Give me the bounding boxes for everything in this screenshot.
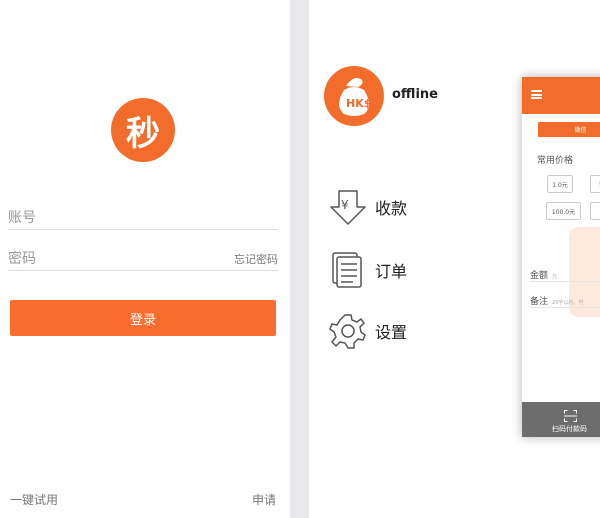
account-input[interactable]: 账号 [8, 207, 278, 230]
login-button[interactable]: 登录 [10, 300, 276, 336]
app-logo-text: 秒 [126, 113, 160, 154]
wechat-pay-button[interactable]: 微信 [538, 122, 600, 137]
menu-item-receive-payment[interactable]: ¥ 收款 [329, 187, 459, 227]
app-name: offline [392, 87, 438, 102]
svg-text:HK$: HK$ [346, 97, 371, 110]
password-placeholder: 密码 [8, 251, 36, 267]
scan-label: 扫码付款码 [552, 425, 587, 433]
menu-item-orders[interactable]: 订单 [329, 250, 459, 290]
account-placeholder: 账号 [8, 210, 36, 226]
scan-pay-bar[interactable]: 扫码付款码 [522, 402, 600, 437]
hamburger-menu-icon[interactable] [531, 90, 542, 99]
price-option[interactable] [590, 202, 600, 220]
price-option[interactable]: 1.0元 [547, 175, 573, 193]
payment-screen-preview: 微信 常用价格 1.0元 5. 100.0元 金额元 备注20字以内，可 扫码付… [522, 77, 600, 437]
menu-item-settings[interactable]: 设置 [329, 311, 459, 351]
amount-unit: 元 [552, 274, 558, 280]
price-option[interactable]: 100.0元 [546, 202, 581, 220]
money-bag-avatar-icon: HK$ [324, 66, 384, 126]
cash-receive-icon: ¥ [329, 187, 367, 227]
preview-header [522, 77, 600, 114]
note-input[interactable]: 备注 20字以内，可 [530, 289, 600, 308]
scan-icon [564, 407, 577, 422]
svg-text:¥: ¥ [341, 198, 349, 212]
orders-icon [329, 250, 367, 290]
side-menu-screen: HK$ offline ¥ 收款 订单 设置 微信 常用价格 1.0元 100.… [309, 0, 600, 518]
gear-icon [329, 311, 367, 351]
one-click-trial-link[interactable]: 一键试用 [10, 491, 58, 508]
apply-link[interactable]: 申请 [252, 491, 276, 508]
amount-input[interactable]: 金额元 [530, 263, 600, 282]
common-prices-title: 常用价格 [537, 156, 574, 166]
menu-item-label: 订单 [375, 262, 408, 281]
forgot-password-link[interactable]: 忘记密码 [234, 251, 278, 267]
menu-item-label: 设置 [375, 323, 408, 342]
amount-label: 金额 [530, 271, 549, 281]
menu-item-label: 收款 [375, 199, 408, 218]
app-logo: 秒 [111, 98, 175, 162]
password-input[interactable]: 密码 忘记密码 [8, 248, 278, 271]
price-option[interactable]: 5. [590, 175, 600, 193]
note-placeholder: 20字以内，可 [552, 300, 584, 306]
note-label: 备注 [530, 297, 549, 307]
login-screen: 秒 账号 密码 忘记密码 登录 一键试用 申请 [0, 0, 290, 518]
